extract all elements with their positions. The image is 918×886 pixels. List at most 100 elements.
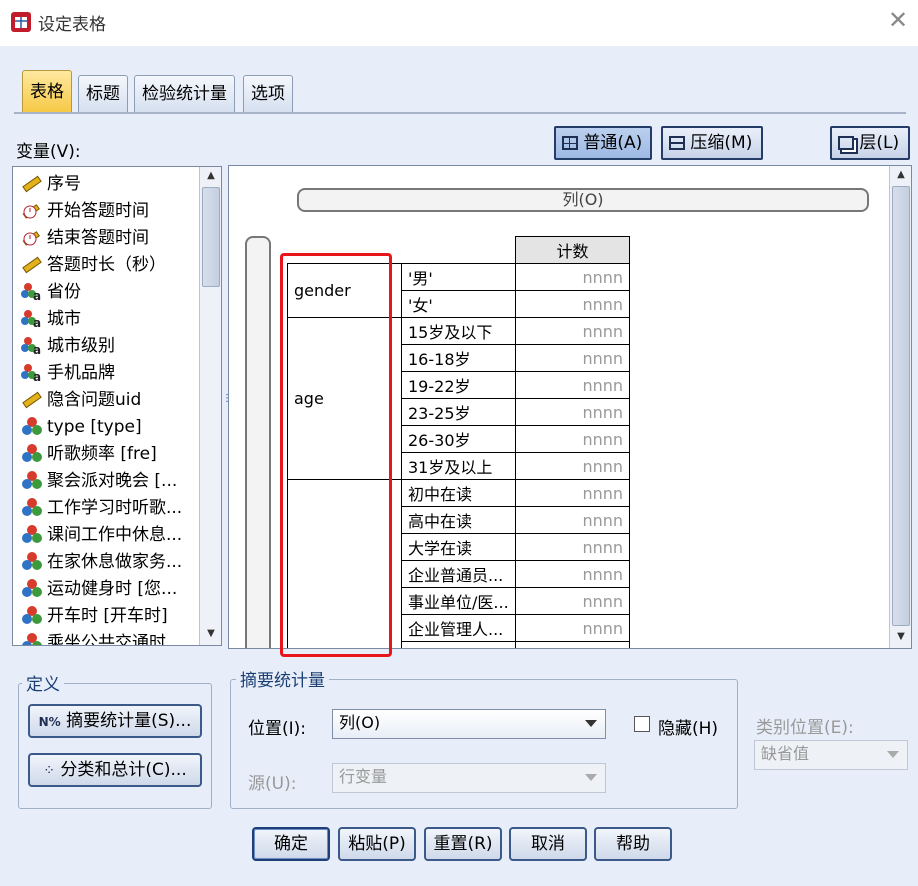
category-position-label: 类别位置(E): [756, 718, 854, 738]
variable-list-item[interactable]: 隐含问题uid [21, 387, 141, 414]
scroll-up-icon[interactable]: ▲ [890, 166, 911, 184]
normal-view-label: 普通(A) [583, 133, 643, 153]
count-cell: nnnn [515, 641, 630, 648]
tab-options[interactable]: 选项 [243, 75, 293, 112]
variable-label: 城市 [47, 309, 81, 329]
variable-label: type [type] [47, 417, 142, 437]
variable-label: 开始答题时间 [47, 201, 149, 221]
reset-button[interactable]: 重置(R) [424, 827, 502, 861]
row-drop-area[interactable] [245, 236, 271, 648]
tab-table[interactable]: 表格 [22, 70, 72, 113]
compact-view-button[interactable]: 压缩(M) [661, 126, 763, 160]
variable-list-item[interactable]: a 城市 [21, 306, 81, 333]
nominal-string-icon: a [21, 308, 43, 330]
variable-list-item[interactable]: 听歌频率 [fre] [21, 441, 157, 468]
layers-label: 层(L) [859, 133, 900, 153]
count-cell: nnnn [515, 344, 630, 372]
tab-test-statistics[interactable]: 检验统计量 [134, 75, 235, 112]
nominal-string-icon: a [21, 362, 43, 384]
scroll-up-icon[interactable]: ▲ [200, 167, 221, 185]
variable-list-item[interactable]: 乘坐公共交通时... [21, 630, 183, 646]
date-clock-icon [21, 227, 43, 247]
scroll-down-icon[interactable]: ▼ [890, 628, 911, 646]
count-header: 计数 [515, 236, 630, 264]
dropdown-arrow-icon [585, 774, 597, 781]
title-bar: 设定表格 ✕ [0, 0, 918, 46]
hide-checkbox[interactable] [634, 716, 650, 732]
nominal-string-icon: a [21, 335, 43, 357]
nominal-string-icon: a [21, 281, 43, 303]
variable-list-scrollbar[interactable]: ▲ ▼ [199, 167, 221, 645]
count-cell: nnnn [515, 263, 630, 291]
category-cell: '女' [401, 290, 516, 318]
variable-list-item[interactable]: 在家休息做家务... [21, 549, 182, 576]
variable-list-item[interactable]: 课间工作中休息... [21, 522, 182, 549]
variable-label: 运动健身时 [您... [47, 579, 178, 599]
category-cell: 15岁及以下 [401, 317, 516, 345]
variable-label: 城市级别 [47, 336, 115, 356]
source-value: 行变量 [339, 767, 388, 786]
count-cell: nnnn [515, 587, 630, 615]
layers-icon [838, 136, 854, 150]
category-cell: 19-22岁 [401, 371, 516, 399]
variable-list-item[interactable]: type [type] [21, 414, 142, 441]
nominal-icon [21, 497, 43, 517]
normal-view-button[interactable]: 普通(A) [554, 126, 652, 160]
category-cell: 大学在读 [401, 533, 516, 561]
nominal-icon [21, 551, 43, 571]
scale-ruler-icon [21, 389, 43, 409]
variable-list-item[interactable]: 序号 [21, 171, 81, 198]
nominal-icon [21, 443, 43, 463]
variable-list-item[interactable]: a 城市级别 [21, 333, 115, 360]
variable-list[interactable]: 序号 开始答题时间 结束答题时间 答题时长（秒） a 省份 a 城市 a 城市级别 a 手机品牌 隐含问… [12, 166, 222, 646]
tab-titles[interactable]: 标题 [78, 75, 128, 112]
scroll-thumb[interactable] [892, 186, 910, 626]
highlight-box [280, 253, 392, 657]
variable-list-item[interactable]: 运动健身时 [您... [21, 576, 177, 603]
paste-button[interactable]: 粘贴(P) [338, 827, 416, 861]
category-cell: 企业管理人... [401, 614, 516, 642]
count-cell: nnnn [515, 452, 630, 480]
canvas-scrollbar[interactable]: ▲ ▼ [889, 166, 911, 648]
categories-dots-icon: ⁘ [43, 763, 55, 779]
count-cell: nnnn [515, 479, 630, 507]
variable-list-item[interactable]: 结束答题时间 [21, 225, 149, 252]
count-cell: nnnn [515, 425, 630, 453]
variable-list-item[interactable]: a 手机品牌 [21, 360, 115, 387]
nominal-icon [21, 605, 43, 625]
variable-list-item[interactable]: 开始答题时间 [21, 198, 149, 225]
position-value: 列(O) [339, 713, 381, 732]
svg-text:a: a [33, 370, 41, 382]
category-cell: 自由职业者 [401, 641, 516, 648]
variable-list-item[interactable]: 开车时 [开车时] [21, 603, 168, 630]
count-cell: nnnn [515, 614, 630, 642]
close-icon[interactable]: ✕ [888, 6, 908, 34]
category-cell: 初中在读 [401, 479, 516, 507]
source-combo[interactable]: 行变量 [332, 763, 606, 793]
summary-statistics-button[interactable]: N% 摘要统计量(S)... [28, 704, 202, 738]
scroll-down-icon[interactable]: ▼ [200, 625, 221, 643]
column-drop-area[interactable]: 列(O) [297, 188, 869, 212]
variable-label: 乘坐公共交通时... [47, 633, 183, 646]
variable-list-item[interactable]: 答题时长（秒） [21, 252, 166, 279]
category-position-combo[interactable]: 缺省值 [754, 740, 908, 770]
variable-list-item[interactable]: 聚会派对晚会 [... [21, 468, 177, 495]
variable-list-item[interactable]: a 省份 [21, 279, 81, 306]
category-cell: 16-18岁 [401, 344, 516, 372]
cancel-button[interactable]: 取消 [509, 827, 587, 861]
variable-label: 结束答题时间 [47, 228, 149, 248]
categories-totals-button[interactable]: ⁘ 分类和总计(C)... [28, 753, 202, 787]
variable-label: 答题时长（秒） [47, 255, 166, 275]
scroll-thumb[interactable] [202, 187, 220, 287]
position-combo[interactable]: 列(O) [332, 709, 606, 739]
count-cell: nnnn [515, 398, 630, 426]
dropdown-arrow-icon [887, 751, 899, 758]
layers-button[interactable]: 层(L) [830, 126, 910, 160]
count-cell: nnnn [515, 290, 630, 318]
variable-label: 手机品牌 [47, 363, 115, 383]
variables-label: 变量(V): [16, 142, 81, 162]
ok-button[interactable]: 确定 [252, 827, 330, 861]
variable-list-item[interactable]: 工作学习时听歌... [21, 495, 182, 522]
help-button[interactable]: 帮助 [594, 827, 672, 861]
count-cell: nnnn [515, 371, 630, 399]
